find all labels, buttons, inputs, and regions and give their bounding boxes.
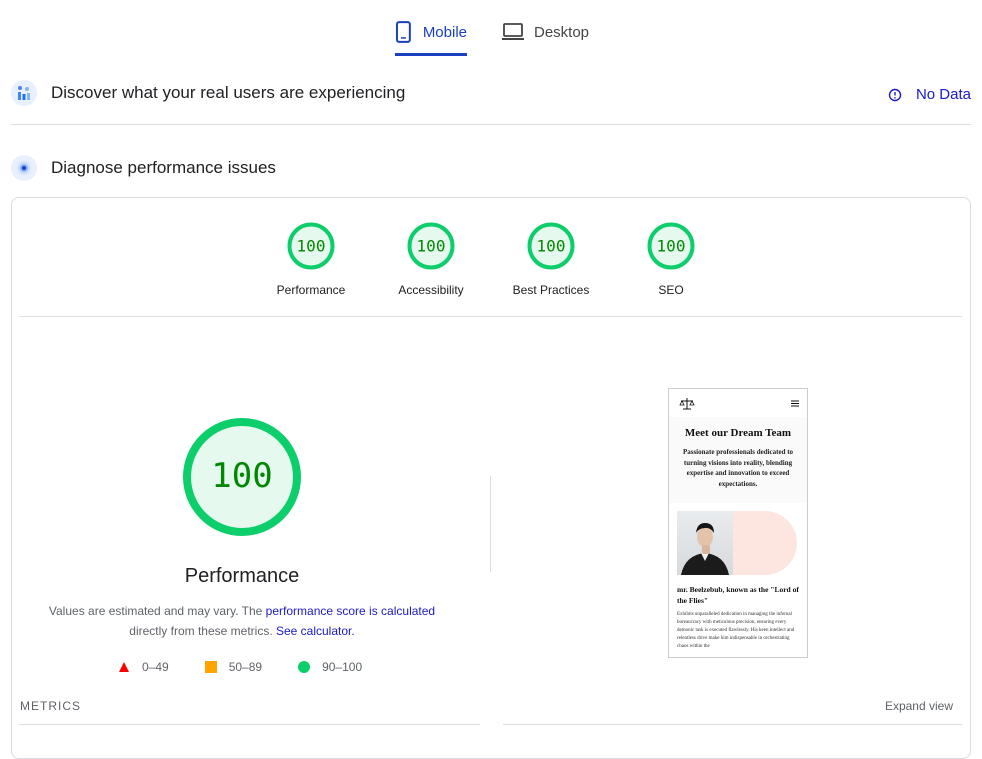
performance-gauge-large: 100 xyxy=(182,417,302,537)
legend-average: 50–89 xyxy=(204,660,263,674)
info-icon xyxy=(888,88,902,101)
team-member-bio: Exhibits unparalleled dedication in mana… xyxy=(677,612,795,649)
performance-score-link[interactable]: performance score is calculated xyxy=(266,604,435,618)
field-data-header: Discover what your real users are experi… xyxy=(11,80,971,106)
no-data-status: No Data xyxy=(888,86,971,103)
score-label: SEO xyxy=(658,283,684,297)
phone-hero-subtitle: Passionate professionals dedicated to tu… xyxy=(682,448,794,488)
score-gauge-best-practices[interactable]: 100 xyxy=(527,222,575,270)
score-value: 100 xyxy=(417,237,446,256)
lab-data-header: Diagnose performance issues xyxy=(11,155,971,181)
performance-title: Performance xyxy=(184,565,300,587)
score-label: Accessibility xyxy=(398,283,464,297)
tab-desktop[interactable]: Desktop xyxy=(502,18,589,56)
score-gauge-seo[interactable]: 100 xyxy=(647,222,695,270)
users-chart-icon xyxy=(11,80,37,106)
section-divider xyxy=(11,124,971,125)
scales-logo-icon xyxy=(679,398,695,410)
expand-view-button[interactable]: Expand view xyxy=(885,699,953,713)
score-value: 100 xyxy=(297,237,326,256)
phone-topbar xyxy=(669,389,807,417)
mobile-icon xyxy=(395,21,411,43)
legend-fail-label: 0–49 xyxy=(142,660,169,674)
field-data-title: Discover what your real users are experi… xyxy=(51,83,406,102)
gauges-divider xyxy=(19,316,962,317)
score-gauge-performance[interactable]: 100 xyxy=(287,222,335,270)
performance-score-large: 100 xyxy=(211,456,272,496)
metrics-divider-right xyxy=(503,724,962,725)
metrics-divider-left xyxy=(19,724,480,725)
lab-data-title: Diagnose performance issues xyxy=(51,158,276,177)
circle-icon xyxy=(298,661,311,673)
diagnose-icon xyxy=(11,155,37,181)
tab-mobile[interactable]: Mobile xyxy=(395,18,467,56)
no-data-label: No Data xyxy=(915,86,971,103)
score-value: 100 xyxy=(537,237,566,256)
tab-desktop-label: Desktop xyxy=(534,24,590,41)
phone-hero-title: Meet our Dream Team xyxy=(684,427,792,439)
score-label: Performance xyxy=(276,283,346,297)
performance-description: Values are estimated and may vary. The p… xyxy=(32,601,452,641)
see-calculator-link[interactable]: See calculator. xyxy=(276,624,355,638)
triangle-icon xyxy=(119,662,129,672)
report-card xyxy=(11,197,971,759)
legend-fail: 0–49 xyxy=(118,660,169,674)
score-label: Best Practices xyxy=(512,283,590,297)
device-tabs: Mobile Desktop xyxy=(0,0,982,60)
team-member-name: mr. Beelzebub, known as the "Lord of the… xyxy=(677,585,799,605)
team-member-photo xyxy=(677,511,733,575)
score-legend: 0–49 50–89 90–100 xyxy=(118,660,362,674)
score-gauge-accessibility[interactable]: 100 xyxy=(407,222,455,270)
team-member-card xyxy=(677,511,797,575)
legend-average-label: 50–89 xyxy=(228,660,263,674)
phone-hero: Meet our Dream Team Passionate professio… xyxy=(669,417,807,503)
vertical-separator xyxy=(490,476,491,572)
laptop-icon xyxy=(502,23,524,40)
legend-pass: 90–100 xyxy=(298,660,362,674)
perf-desc-text-1: Values are estimated and may vary. The xyxy=(48,604,266,618)
perf-desc-text-2: directly from these metrics. xyxy=(129,624,276,638)
hamburger-menu-icon xyxy=(791,400,799,407)
score-value: 100 xyxy=(657,237,686,256)
final-screenshot: Meet our Dream Team Passionate professio… xyxy=(668,388,808,658)
square-icon xyxy=(204,661,217,673)
tab-mobile-label: Mobile xyxy=(422,24,467,41)
metrics-heading: METRICS xyxy=(20,699,81,713)
legend-pass-label: 90–100 xyxy=(322,660,363,674)
